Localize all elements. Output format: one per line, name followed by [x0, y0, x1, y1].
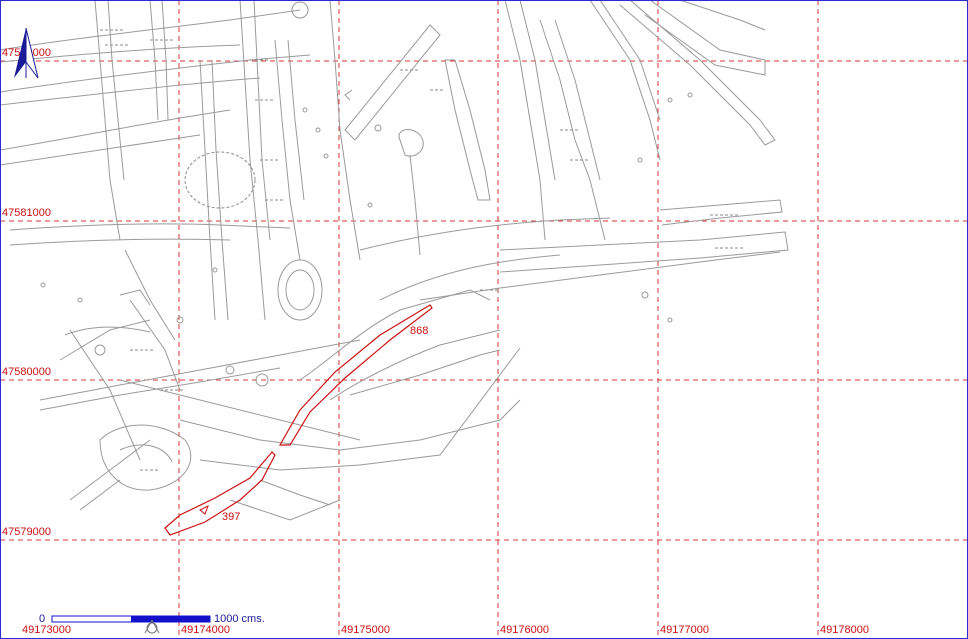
mine-workings: [0, 0, 789, 521]
highlight-label-868: 868: [410, 325, 428, 337]
x-label-49174000: 49174000: [181, 624, 230, 636]
mine-plan-map[interactable]: 868 397 47582000 47581000 47580000 47579…: [0, 0, 968, 639]
coordinate-grid: [0, 0, 968, 639]
highlight-label-397: 397: [222, 511, 240, 523]
y-label-47579000: 47579000: [2, 526, 51, 538]
x-label-49178000: 49178000: [820, 624, 869, 636]
y-axis-labels: 47582000 47581000 47580000 47579000: [2, 47, 51, 538]
highlighted-workings[interactable]: [164, 304, 433, 536]
y-label-47581000: 47581000: [2, 207, 51, 219]
x-label-49176000: 49176000: [500, 624, 549, 636]
x-label-49173000: 49173000: [22, 624, 71, 636]
highlighted-drift-397[interactable]: [164, 451, 276, 536]
x-label-49175000: 49175000: [341, 624, 390, 636]
y-label-47580000: 47580000: [2, 366, 51, 378]
scale-start-label: 0: [39, 613, 45, 625]
scale-end-label: 1000 cms.: [214, 613, 265, 625]
x-label-49177000: 49177000: [660, 624, 709, 636]
scale-bar-fill: [131, 616, 210, 622]
